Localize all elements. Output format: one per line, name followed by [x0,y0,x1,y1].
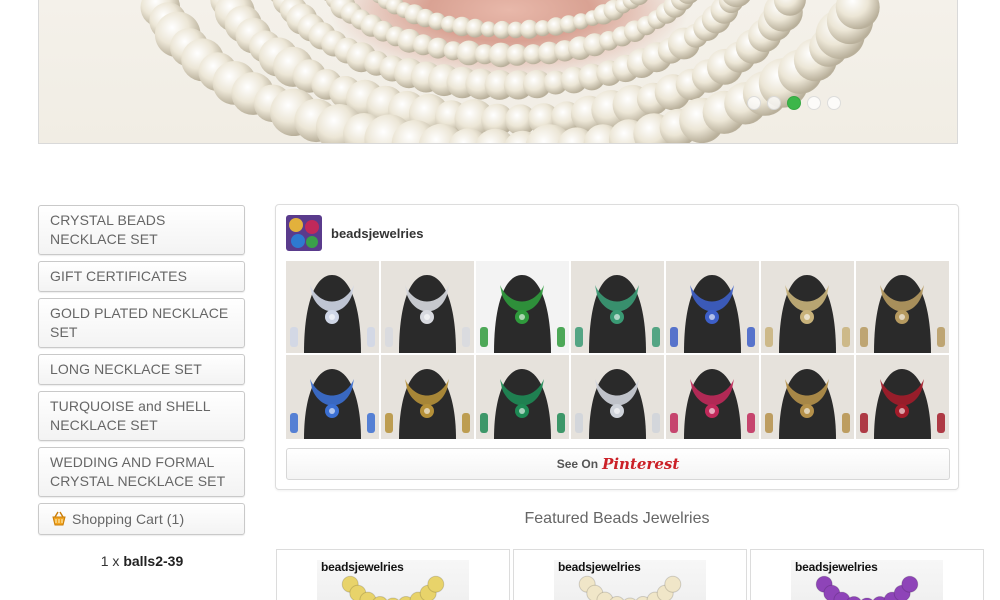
pin-thumbnail[interactable] [476,261,569,353]
cart-summary: 1 x balls2-39 [38,553,246,569]
pin-thumbnail[interactable] [856,355,949,439]
category-turquoise-shell-necklace-set[interactable]: TURQUOISE and SHELL NECKLACE SET [38,391,245,441]
category-gift-certificates[interactable]: GIFT CERTIFICATES [38,261,245,292]
slide-dot[interactable] [807,96,821,110]
product-image[interactable]: beadsjewelries [791,560,943,600]
bead [427,575,445,593]
featured-section-title: Featured Beads Jewelries [524,510,710,527]
pin-thumbnail[interactable] [666,355,759,439]
pin-thumbnail[interactable] [856,261,949,353]
featured-product-card[interactable]: beadsjewelries [513,549,747,600]
bead [664,575,682,593]
shopping-basket-icon [50,510,68,528]
pin-thumbnail[interactable] [571,355,664,439]
product-image[interactable]: beadsjewelries [317,560,469,600]
pinterest-username[interactable]: beadsjewelries [331,226,424,241]
bead [901,575,919,593]
featured-product-card[interactable]: beadsjewelries [276,549,510,600]
pearl-necklace-image [140,0,880,143]
category-long-necklace-set[interactable]: LONG NECKLACE SET [38,354,245,385]
product-watermark: beadsjewelries [558,560,641,574]
product-watermark: beadsjewelries [321,560,404,574]
pin-thumbnail[interactable] [761,355,854,439]
pin-thumbnail[interactable] [381,261,474,353]
shopping-cart-button[interactable]: Shopping Cart (1) [38,503,245,535]
product-watermark: beadsjewelries [795,560,878,574]
pin-thumbnail[interactable] [286,355,379,439]
category-wedding-formal-crystal-necklace-set[interactable]: WEDDING AND FORMAL CRYSTAL NECKLACE SET [38,447,245,497]
see-on-label: See On [556,457,599,471]
pin-thumbnail[interactable] [476,355,569,439]
cart-quantity: 1 x [100,553,120,569]
shopping-cart-label: Shopping Cart (1) [72,510,185,527]
slide-indicator [747,96,841,110]
pin-thumbnail[interactable] [286,261,379,353]
category-gold-plated-necklace-set[interactable]: GOLD PLATED NECKLACE SET [38,298,245,348]
pin-thumbnail-grid [286,261,950,439]
cart-item-name[interactable]: balls2-39 [123,553,183,569]
pin-thumbnail[interactable] [761,261,854,353]
slide-dot[interactable] [747,96,761,110]
category-crystal-beads-necklace-set[interactable]: CRYSTAL BEADS NECKLACE SET [38,205,245,255]
slide-dot[interactable] [787,96,801,110]
pinterest-logo: Pinterest [602,455,680,473]
featured-product-card[interactable]: beadsjewelries [750,549,984,600]
slide-dot[interactable] [767,96,781,110]
see-on-pinterest-button[interactable]: See On Pinterest [286,448,950,480]
pinterest-profile-header[interactable]: beadsjewelries [286,215,424,251]
pin-thumbnail[interactable] [571,261,664,353]
pinterest-board-widget: beadsjewelries See On Pinterest [275,204,959,490]
hero-slideshow [38,0,958,144]
profile-avatar[interactable] [286,215,322,251]
category-sidebar: CRYSTAL BEADS NECKLACE SET GIFT CERTIFIC… [38,205,246,569]
product-image[interactable]: beadsjewelries [554,560,706,600]
slide-dot[interactable] [827,96,841,110]
pin-thumbnail[interactable] [666,261,759,353]
pin-thumbnail[interactable] [381,355,474,439]
